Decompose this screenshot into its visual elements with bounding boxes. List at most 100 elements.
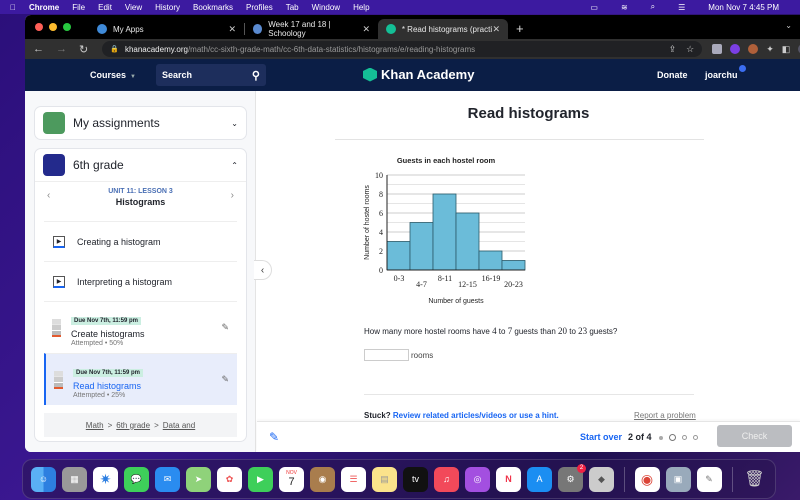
chrome-icon[interactable]: ◉ <box>634 466 660 492</box>
preview-icon[interactable]: ▣ <box>665 466 691 492</box>
photos-icon[interactable]: ✿ <box>217 466 242 492</box>
menu-app-name[interactable]: Chrome <box>29 3 59 12</box>
zoom-window-button[interactable] <box>63 23 71 31</box>
share-icon[interactable]: ⇪ <box>669 44 677 55</box>
tab-my-apps[interactable]: My Apps ✕ <box>89 19 244 39</box>
tab-read-histograms[interactable]: * Read histograms (practice) | ✕ <box>378 19 508 39</box>
podcasts-icon[interactable]: ◎ <box>465 466 490 492</box>
book-icon <box>43 154 65 176</box>
report-problem-link[interactable]: Report a problem <box>634 411 696 420</box>
search-input[interactable]: Search ⚲ <box>155 64 266 86</box>
close-tab-icon[interactable]: ✕ <box>228 24 236 35</box>
dock-divider <box>624 466 625 492</box>
bookmark-star-icon[interactable]: ☆ <box>686 44 694 55</box>
menu-history[interactable]: History <box>155 3 180 12</box>
user-menu[interactable]: joarchu <box>705 65 746 80</box>
menu-tab[interactable]: Tab <box>286 3 299 12</box>
prev-lesson-icon[interactable]: ‹ <box>47 190 50 201</box>
breadcrumb-math[interactable]: Math <box>86 421 104 430</box>
exercise-panel: Read histograms Guests in each hostel ro… <box>257 91 800 421</box>
chevron-down-icon[interactable]: ⌄ <box>231 119 238 128</box>
reload-button[interactable]: ↻ <box>79 43 88 56</box>
minimize-window-button[interactable] <box>49 23 57 31</box>
apple-icon[interactable]:  <box>10 3 16 12</box>
menu-bookmarks[interactable]: Bookmarks <box>193 3 233 12</box>
hint-link[interactable]: Review related articles/videos or use a … <box>393 411 559 420</box>
launchpad-icon[interactable]: ▦ <box>62 466 87 492</box>
tab-schoology[interactable]: Week 17 and 18 | Schoology ✕ <box>245 19 378 39</box>
unit-nav: ‹ UNIT 11: LESSON 3 Histograms › <box>35 181 246 221</box>
spotlight-icon[interactable]: ⌕ <box>651 2 655 12</box>
url-field[interactable]: 🔒 khanacademy.org /math/cc-sixth-grade-m… <box>102 41 703 57</box>
stuck-row: Stuck? Review related articles/videos or… <box>364 411 559 420</box>
extension-icon[interactable] <box>748 44 759 54</box>
app-store-icon[interactable]: A <box>527 466 552 492</box>
exercise-item[interactable]: Due Nov 7th, 11:59 pm Create histograms … <box>44 301 237 353</box>
menu-file[interactable]: File <box>72 3 85 12</box>
facetime-icon[interactable]: ▶ <box>248 466 273 492</box>
video-item[interactable]: ▶ Creating a histogram <box>44 221 237 261</box>
messages-icon[interactable]: 💬 <box>124 466 149 492</box>
clock[interactable]: Mon Nov 7 4:45 PM <box>708 3 779 12</box>
menu-edit[interactable]: Edit <box>98 3 112 12</box>
new-tab-button[interactable]: + <box>516 21 524 36</box>
menu-help[interactable]: Help <box>353 3 369 12</box>
tv-icon[interactable]: tv <box>403 466 428 492</box>
next-lesson-icon[interactable]: › <box>231 190 234 201</box>
progress-dot <box>682 435 687 440</box>
finder-icon[interactable]: ☺ <box>31 466 56 492</box>
breadcrumb-grade[interactable]: 6th grade <box>116 421 150 430</box>
reminders-icon[interactable]: ☰ <box>341 466 366 492</box>
forward-button[interactable]: → <box>56 43 67 55</box>
close-window-button[interactable] <box>35 23 43 31</box>
schoology-icon <box>253 24 263 34</box>
histogram-bar <box>501 260 526 271</box>
wifi-icon[interactable]: ≋ <box>621 3 628 12</box>
kami-extension-icon[interactable] <box>730 44 741 54</box>
puzzle-icon[interactable]: ✦ <box>766 44 774 55</box>
course-header[interactable]: 6th grade ⌃ <box>35 149 246 181</box>
start-over-button[interactable]: Start over <box>580 432 622 442</box>
courses-menu[interactable]: Courses ▼ <box>90 70 136 80</box>
maps-icon[interactable]: ➤ <box>186 466 211 492</box>
mail-icon[interactable]: ✉ <box>155 466 180 492</box>
notification-badge: 2 <box>577 463 586 473</box>
x-axis-label: Number of guests <box>428 298 484 305</box>
chevron-up-icon[interactable]: ⌃ <box>231 161 238 170</box>
menu-profiles[interactable]: Profiles <box>246 3 273 12</box>
menu-window[interactable]: Window <box>312 3 340 12</box>
menu-view[interactable]: View <box>125 3 142 12</box>
close-tab-icon[interactable]: ✕ <box>362 24 370 35</box>
roblox-icon[interactable]: ◆ <box>589 466 614 492</box>
textedit-icon[interactable]: ✎ <box>696 466 722 492</box>
assignments-icon <box>43 112 65 134</box>
tab-search-chevron-icon[interactable]: ⌄ <box>785 21 792 30</box>
calendar-icon[interactable]: NOV 7 <box>279 466 304 492</box>
answer-input[interactable] <box>364 349 409 361</box>
safari-icon[interactable]: ✷ <box>93 466 118 492</box>
donate-link[interactable]: Donate <box>657 70 688 80</box>
check-button[interactable]: Check <box>717 425 792 447</box>
contacts-icon[interactable]: ◉ <box>310 466 335 492</box>
system-preferences-icon[interactable]: ⚙ 2 <box>558 463 586 492</box>
news-icon[interactable]: N <box>496 466 521 492</box>
breadcrumb-unit[interactable]: Data and <box>163 421 195 430</box>
trash-icon[interactable]: 🗑 <box>742 467 767 492</box>
search-icon[interactable]: ⚲ <box>252 69 260 82</box>
close-tab-icon[interactable]: ✕ <box>492 24 500 35</box>
histogram-bar <box>386 241 411 271</box>
sidepanel-icon[interactable]: ◧ <box>782 44 791 55</box>
khan-academy-logo[interactable]: Khan Academy <box>363 67 474 82</box>
music-icon[interactable]: ♫ <box>434 466 459 492</box>
video-item[interactable]: ▶ Interpreting a histogram <box>44 261 237 301</box>
extension-icon[interactable] <box>712 44 723 54</box>
exercise-item-active[interactable]: Due Nov 7th, 11:59 pm Read histograms At… <box>44 353 237 405</box>
battery-icon[interactable]: ▭ <box>590 3 598 12</box>
back-button[interactable]: ← <box>33 43 44 55</box>
scratchpad-icon[interactable]: ✎ <box>269 430 279 444</box>
control-center-icon[interactable]: ☰ <box>678 3 685 12</box>
course-card: 6th grade ⌃ ‹ UNIT 11: LESSON 3 Histogra… <box>34 148 247 442</box>
notes-icon[interactable]: ▤ <box>372 466 397 492</box>
my-assignments-card[interactable]: My assignments ⌄ <box>34 106 247 140</box>
exercise-footer: ✎ Start over 2 of 4 Check <box>257 421 800 452</box>
